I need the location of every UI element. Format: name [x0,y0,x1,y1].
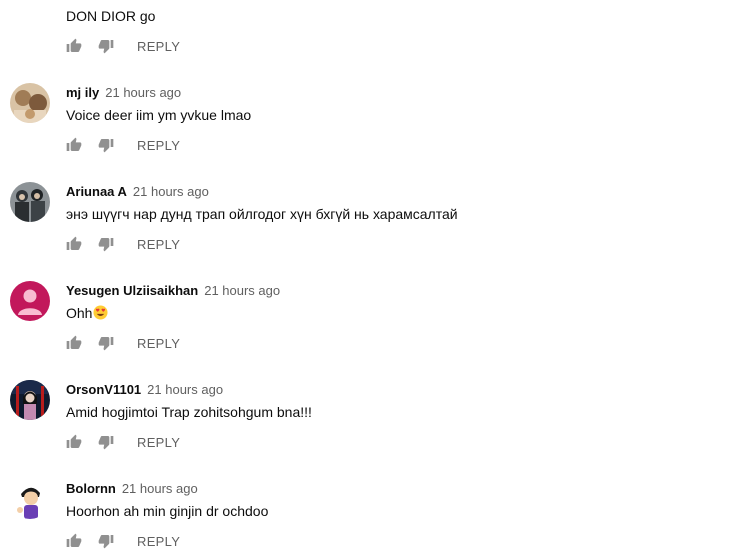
avatar[interactable] [10,83,50,123]
reply-button[interactable]: REPLY [137,237,180,252]
thumb-up-icon [66,533,82,547]
author-name[interactable]: OrsonV1101 [66,382,141,397]
comment-text: Ohh [66,303,108,323]
comment-text: Amid hogjimtoi Trap zohitsohgum bna!!! [66,404,312,420]
comment-text-content: Ohh [66,305,93,321]
avatar[interactable] [10,380,50,420]
reply-button[interactable]: REPLY [137,39,180,54]
thumb-down-icon [98,238,114,252]
comment-header: Yesugen Ulziisaikhan 21 hours ago [66,282,280,300]
timestamp[interactable]: 21 hours ago [105,85,181,100]
default-avatar-icon [10,281,50,321]
like-button[interactable] [66,38,82,54]
like-button[interactable] [66,335,82,351]
thumb-up-icon [66,236,82,250]
thumb-down-icon [98,337,114,351]
thumb-up-icon [66,38,82,52]
comment-header: Ariunaa A 21 hours ago [66,183,209,201]
comment-text: энэ шүүгч нар дунд трап ойлгодог хүн бхг… [66,206,458,222]
dislike-button[interactable] [98,335,114,351]
timestamp[interactable]: 21 hours ago [147,382,223,397]
comments-section: DON DIOR go REPLY mj ily21 hours ago Vo [0,0,745,554]
comment-item: mj ily 21 hours ago Voice deer iim ym yvk… [0,83,745,182]
thumb-up-icon [66,434,82,448]
timestamp[interactable]: 21 hours ago [204,283,280,298]
thumb-down-icon [98,40,114,54]
thumb-down-icon [98,139,114,153]
like-button[interactable] [66,434,82,450]
comment-actions: REPLY [66,235,180,253]
author-name[interactable]: Ariunaa A [66,184,127,199]
comment-actions: REPLY [66,334,180,352]
comment-header: mj ily 21 hours ago [66,84,181,102]
thumb-down-icon [98,436,114,450]
dislike-button[interactable] [98,434,114,450]
dislike-button[interactable] [98,236,114,252]
like-button[interactable] [66,533,82,549]
author-name[interactable]: Yesugen Ulziisaikhan [66,283,198,298]
comment-item: Bolornn 21 hours ago Hoorhon ah min ginji… [0,479,745,554]
author-name[interactable]: mj ily [66,85,99,100]
heart-eyes-emoji-icon [93,305,108,320]
comment-actions: REPLY [66,37,180,55]
comment-item: Ariunaa A 21 hours ago энэ шүүгч нар дунд… [0,182,745,281]
avatar[interactable] [10,281,50,321]
comment-item: Yesugen Ulziisaikhan 21 hours ago Ohh REP… [0,281,745,380]
timestamp[interactable]: 21 hours ago [122,481,198,496]
dislike-button[interactable] [98,533,114,549]
author-name[interactable]: Bolornn [66,481,116,496]
thumb-up-icon [66,335,82,349]
comment-item: OrsonV1101 21 hours ago Amid hogjimtoi Tr… [0,380,745,479]
comment-text: Hoorhon ah min ginjin dr ochdoo [66,503,269,519]
avatar[interactable] [10,182,50,222]
reply-button[interactable]: REPLY [137,534,180,549]
comment-item: DON DIOR go REPLY [0,0,745,54]
reply-button[interactable]: REPLY [137,138,180,153]
comment-header: Bolornn 21 hours ago [66,480,198,498]
comment-text: Voice deer iim ym yvkue lmao [66,107,252,123]
comment-text: DON DIOR go [66,8,156,24]
comment-actions: REPLY [66,433,180,451]
comment-actions: REPLY [66,136,180,154]
like-button[interactable] [66,137,82,153]
timestamp[interactable]: 21 hours ago [133,184,209,199]
comment-header: OrsonV1101 21 hours ago [66,381,223,399]
comment-actions: REPLY [66,532,180,550]
avatar[interactable] [10,479,50,519]
thumb-up-icon [66,137,82,151]
reply-button[interactable]: REPLY [137,336,180,351]
like-button[interactable] [66,236,82,252]
thumb-down-icon [98,535,114,549]
dislike-button[interactable] [98,137,114,153]
dislike-button[interactable] [98,38,114,54]
reply-button[interactable]: REPLY [137,435,180,450]
